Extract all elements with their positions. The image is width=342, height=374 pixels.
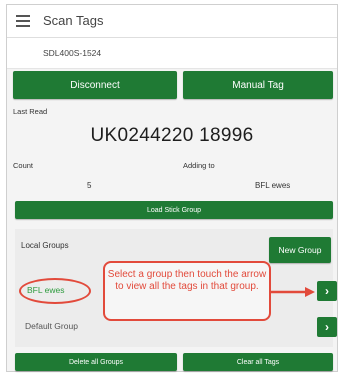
new-group-button[interactable]: New Group bbox=[269, 237, 331, 263]
local-groups-title: Local Groups bbox=[21, 241, 69, 250]
app-screen: Scan Tags SDL400S-1524 Disconnect Manual… bbox=[6, 4, 338, 372]
page-title: Scan Tags bbox=[43, 13, 104, 28]
clear-all-tags-button[interactable]: Clear all Tags bbox=[183, 353, 333, 371]
annotation-callout: Select a group then touch the arrow to v… bbox=[103, 261, 271, 321]
top-app-bar: Scan Tags bbox=[7, 5, 337, 38]
adding-to-label: Adding to bbox=[183, 161, 215, 170]
group-arrow-button-bfl-ewes[interactable]: › bbox=[317, 281, 337, 301]
chevron-right-icon: › bbox=[325, 320, 329, 334]
device-bar: SDL400S-1524 bbox=[7, 38, 337, 69]
last-read-label: Last Read bbox=[13, 107, 48, 116]
load-stick-group-button[interactable]: Load Stick Group bbox=[15, 201, 333, 219]
manual-tag-button[interactable]: Manual Tag bbox=[183, 71, 333, 99]
annotation-highlight-oval bbox=[19, 278, 91, 304]
group-item-default-group[interactable]: Default Group bbox=[25, 321, 78, 331]
device-id: SDL400S-1524 bbox=[43, 48, 102, 58]
group-arrow-button-default-group[interactable]: › bbox=[317, 317, 337, 337]
count-value: 5 bbox=[87, 181, 92, 190]
menu-icon[interactable] bbox=[16, 15, 30, 27]
chevron-right-icon: › bbox=[325, 284, 329, 298]
count-label: Count bbox=[13, 161, 34, 170]
last-read-tag-number: UK0244220 18996 bbox=[90, 125, 254, 146]
disconnect-button[interactable]: Disconnect bbox=[13, 71, 177, 99]
adding-to-value: BFL ewes bbox=[255, 181, 291, 190]
annotation-arrow-icon bbox=[271, 287, 315, 297]
delete-all-groups-button[interactable]: Delete all Groups bbox=[15, 353, 177, 371]
